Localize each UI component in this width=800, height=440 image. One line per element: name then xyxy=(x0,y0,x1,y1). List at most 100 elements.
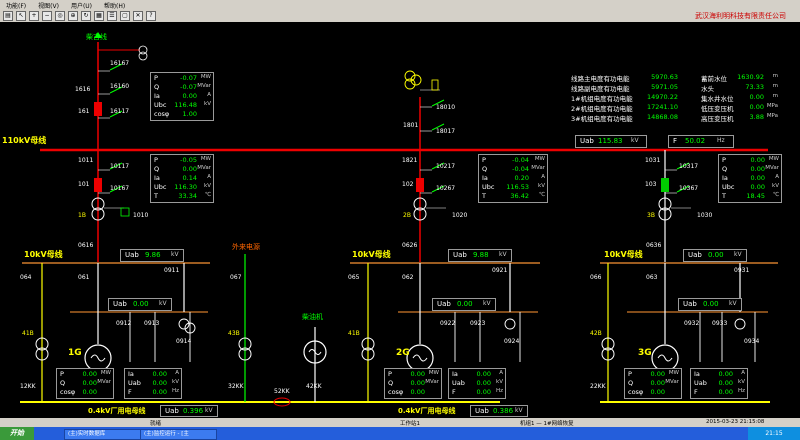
gen2-panel-b: Ia 0.00 A Uab 0.00 kV F 0.00 Hz xyxy=(448,368,506,399)
switch-1030[interactable]: 1030 xyxy=(697,212,712,219)
switch-18010[interactable]: 18010 xyxy=(436,104,455,111)
switch-16167[interactable]: 16167 xyxy=(110,60,129,67)
transformer-41B-2[interactable]: 41B xyxy=(348,330,360,337)
switch-064[interactable]: 064 xyxy=(20,274,31,281)
switch-1020[interactable]: 1020 xyxy=(452,212,467,219)
switch-0626[interactable]: 0626 xyxy=(402,242,417,249)
switch-0636[interactable]: 0636 xyxy=(646,242,661,249)
switch-067[interactable]: 067 xyxy=(230,274,241,281)
task-monitor[interactable]: (主)监控运行 - [主 xyxy=(140,429,217,440)
menu-user[interactable]: 用户(U) xyxy=(71,1,92,10)
help-icon[interactable]: ? xyxy=(146,11,156,21)
bus10-3-uab-box: Uab 0.00 kV xyxy=(683,249,747,262)
switch-0924[interactable]: 0924 xyxy=(504,338,519,345)
switch-1031[interactable]: 1031 xyxy=(645,157,660,164)
switch-0923[interactable]: 0923 xyxy=(470,320,485,327)
menu-help[interactable]: 帮助(H) xyxy=(104,1,125,10)
switch-0934[interactable]: 0934 xyxy=(744,338,759,345)
transformer-3B[interactable]: 3B xyxy=(647,212,655,219)
system-tray-clock[interactable]: 21:15 xyxy=(748,427,800,440)
switch-063[interactable]: 063 xyxy=(646,274,657,281)
bus-10kv-2-label: 10kV母线 xyxy=(352,250,391,259)
breaker-161[interactable] xyxy=(94,102,102,116)
switch-18017[interactable]: 18017 xyxy=(436,128,455,135)
switch-52KK[interactable]: 52KK xyxy=(274,388,290,395)
company-name: 武汉海利明科技有限责任公司 xyxy=(695,12,786,20)
switch-0914[interactable]: 0914 xyxy=(176,338,191,345)
breaker-103[interactable] xyxy=(661,178,669,192)
status-left: 就绪 xyxy=(150,421,162,427)
zoom-icon[interactable]: ⊕ xyxy=(68,11,78,21)
gen2-panel-a: P 0.00 MW Q 0.00 MVar cosφ 0.00 xyxy=(384,368,442,399)
refresh-icon[interactable]: ↻ xyxy=(81,11,91,21)
switch-0912[interactable]: 0912 xyxy=(116,320,131,327)
menu-bar: 功能(F) 视图(V) 用户(U) 帮助(H) xyxy=(0,0,800,10)
switch-1010[interactable]: 1010 xyxy=(133,212,148,219)
bus10-1-uab-box: Uab 9.86 kV xyxy=(120,249,184,262)
switch-0922[interactable]: 0922 xyxy=(440,320,455,327)
t2-measurement-panel: P -0.04 MW Q -0.04 MVar Ia 0.20 A Ubc 116.53 kV … xyxy=(478,154,548,203)
breaker-103-label: 103 xyxy=(645,181,657,188)
window-icon[interactable]: ▢ xyxy=(120,11,130,21)
switch-0932[interactable]: 0932 xyxy=(684,320,699,327)
transformer-41B-1[interactable]: 41B xyxy=(22,330,34,337)
stop-icon[interactable]: ✕ xyxy=(133,11,143,21)
gen3-panel-a: P 0.00 MW Q 0.00 MVar cosφ 0.00 xyxy=(624,368,682,399)
bus110-f-box: F 50.02 Hz xyxy=(668,135,734,148)
arrow-icon[interactable]: ↖ xyxy=(16,11,26,21)
switch-066[interactable]: 066 xyxy=(590,274,601,281)
start-button[interactable]: 开始 xyxy=(0,427,34,440)
switch-1616[interactable]: 1616 xyxy=(75,86,90,93)
energy-panel: 线路主电度有功电能 5970.63 线路副电度有功电能 5971.05 1#机组电度… xyxy=(568,72,680,124)
gen1-bus-uab-box: Uab 0.00 kV xyxy=(108,298,172,311)
switch-0933[interactable]: 0933 xyxy=(712,320,727,327)
line-ubc-value: 116.48 xyxy=(174,101,197,109)
menu-view[interactable]: 视图(V) xyxy=(38,1,59,10)
menu-function[interactable]: 功能(F) xyxy=(6,1,26,10)
transformer-43B[interactable]: 43B xyxy=(228,330,240,337)
transformer-42B[interactable]: 42B xyxy=(590,330,602,337)
switch-16117[interactable]: 16117 xyxy=(110,108,129,115)
switch-0921[interactable]: 0921 xyxy=(492,267,507,274)
switch-12KK[interactable]: 12KK xyxy=(20,383,36,390)
switch-42KK[interactable]: 42KK xyxy=(306,383,322,390)
breaker-101-label: 101 xyxy=(78,181,90,188)
switch-0616[interactable]: 0616 xyxy=(78,242,93,249)
layers-icon[interactable]: ☰ xyxy=(107,11,117,21)
status-time: 2015-03-23 21:15:08 xyxy=(706,419,765,425)
breaker-102[interactable] xyxy=(416,178,424,192)
task-realtime-db[interactable]: (主)实时数据库 xyxy=(64,429,141,440)
switch-10367[interactable]: 10367 xyxy=(679,185,698,192)
print-icon[interactable]: ▤ xyxy=(3,11,13,21)
switch-32KK[interactable]: 32KK xyxy=(228,383,244,390)
zoom-out-icon[interactable]: − xyxy=(42,11,52,21)
transformer-2B[interactable]: 2B xyxy=(403,212,411,219)
switch-1821[interactable]: 1821 xyxy=(402,157,417,164)
external-power-label: 外来电源 xyxy=(232,243,260,251)
switch-10317[interactable]: 10317 xyxy=(679,163,698,170)
status-message: 机组1 — 1#网络恢复 xyxy=(520,421,574,427)
bus110-uab-box: Uab 115.83 kV xyxy=(575,135,647,148)
switch-10117[interactable]: 10117 xyxy=(110,163,129,170)
switch-0911[interactable]: 0911 xyxy=(164,267,179,274)
zoom-fit-icon[interactable]: ◎ xyxy=(55,11,65,21)
switch-1801[interactable]: 1801 xyxy=(403,122,418,129)
switch-061[interactable]: 061 xyxy=(78,274,89,281)
transformer-1B[interactable]: 1B xyxy=(78,212,86,219)
breaker-101[interactable] xyxy=(94,178,102,192)
grid-icon[interactable]: ▦ xyxy=(94,11,104,21)
switch-10217[interactable]: 10217 xyxy=(436,163,455,170)
gen1-panel-a: P 0.00 MW Q 0.00 MVar cosφ 0.00 xyxy=(56,368,114,399)
zoom-in-icon[interactable]: + xyxy=(29,11,39,21)
switch-16160[interactable]: 16160 xyxy=(110,83,129,90)
switch-10167[interactable]: 10167 xyxy=(110,185,129,192)
switch-065[interactable]: 065 xyxy=(348,274,359,281)
line-q-value: -0.07 xyxy=(180,83,197,91)
switch-0931[interactable]: 0931 xyxy=(734,267,749,274)
switch-0913[interactable]: 0913 xyxy=(144,320,159,327)
diesel-label: 柴油机 xyxy=(302,313,323,321)
switch-22KK[interactable]: 22KK xyxy=(590,383,606,390)
switch-10267[interactable]: 10267 xyxy=(436,185,455,192)
switch-1011[interactable]: 1011 xyxy=(78,157,93,164)
switch-062[interactable]: 062 xyxy=(402,274,413,281)
